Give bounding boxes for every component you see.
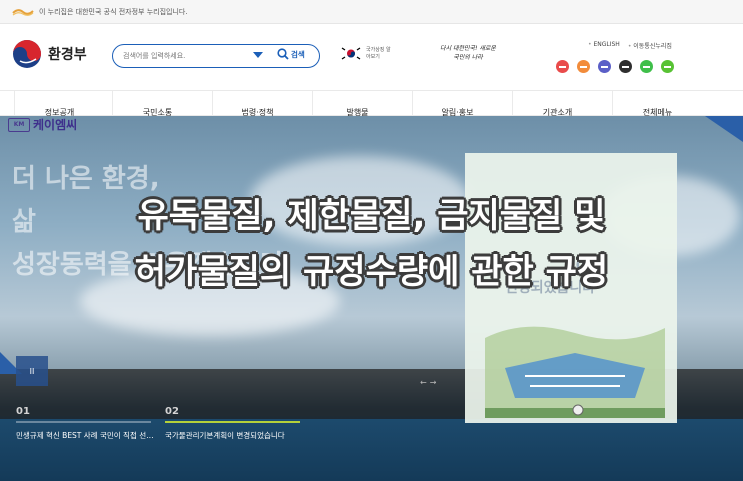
watermark-logo: KM 케이엠씨 [8,116,77,133]
watermark-text: 케이엠씨 [33,118,78,132]
slide-title-link[interactable]: 민생규제 혁신 BEST 사례 국민이 직접 선… [16,430,161,441]
utility-links: ENGLISH 이동통신누리집 [588,41,680,50]
slide-arrow-buttons[interactable]: ←→ [420,378,439,387]
header: 환경부 검색 국가상징 알아보기 다시 대한민국! 새로운 국민의 나라 ENG… [0,24,743,90]
gnb-item-news[interactable]: 알림·홍보 [412,91,502,117]
national-symbol-link[interactable]: 국가상징 알아보기 [340,46,392,61]
gnb-item-law[interactable]: 법령·정책 [212,91,302,117]
landscape-illustration [485,326,665,418]
search-input[interactable] [123,52,243,60]
theme-green-button[interactable] [640,60,653,73]
slide-pause-button[interactable]: II [16,356,48,386]
gnb-item-publications[interactable]: 발행물 [312,91,402,117]
gnb-item-info[interactable]: 정보공개 [14,91,104,117]
sea-background [0,416,743,481]
search-button-label: 검색 [291,49,305,59]
taegeuk-logo-icon [13,40,41,68]
english-link[interactable]: ENGLISH [588,41,619,50]
gov-banner: 이 누리집은 대한민국 공식 전자정부 누리집입니다. [0,0,743,24]
slide-title-link[interactable]: 국가물관리기본계획이 변경되었습니다 [165,430,310,441]
theme-orange-button[interactable] [577,60,590,73]
search-button[interactable]: 검색 [277,48,305,60]
slide-number: 02 [165,406,179,417]
chevron-down-icon[interactable] [253,51,263,59]
color-theme-switcher [556,60,682,73]
overlay-headline: 유독물질, 제한물질, 금지물질 및 허가물질의 규정수량에 관한 규정 [134,196,609,292]
slide-number: 01 [16,406,30,417]
logo-text: 환경부 [48,47,87,63]
national-symbol-label: 국가상징 알아보기 [366,46,391,60]
theme-lime-button[interactable] [661,60,674,73]
slide-progress-bar [16,421,151,423]
gov-banner-text: 이 누리집은 대한민국 공식 전자정부 누리집입니다. [39,7,188,16]
gnb-item-all-menu[interactable]: 전체메뉴 [612,91,702,117]
theme-blue-button[interactable] [598,60,611,73]
search-box: 검색 [112,44,320,68]
korean-flag-icon [340,46,362,61]
gnb-item-communication[interactable]: 국민소통 [112,91,202,117]
search-icon [277,48,289,60]
site-logo[interactable]: 환경부 [12,39,87,69]
theme-red-button[interactable] [556,60,569,73]
corner-decoration [705,116,743,142]
gnb-item-about[interactable]: 기관소개 [512,91,602,117]
watermark-box: KM [8,117,30,132]
gov-slogan: 다시 대한민국! 새로운 국민의 나라 [440,45,496,61]
mobile-site-link[interactable]: 이동통신누리집 [628,41,672,50]
slide-progress-bar-active [165,421,300,423]
theme-black-button[interactable] [619,60,632,73]
main-navigation: 정보공개 국민소통 법령·정책 발행물 알림·홍보 기관소개 전체메뉴 [0,90,743,117]
egov-logo-icon [12,8,34,16]
